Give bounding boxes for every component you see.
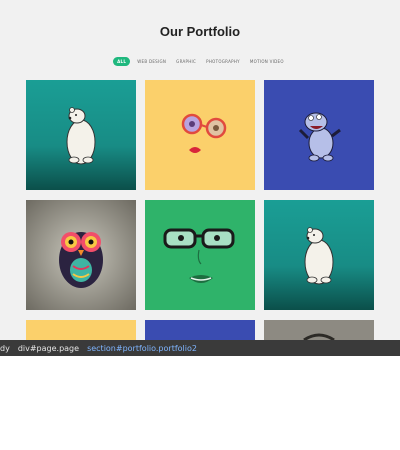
portfolio-item-green-face[interactable] (145, 200, 255, 310)
face-glasses-illustration (145, 80, 255, 190)
portfolio-item-gray-partial[interactable] (264, 320, 374, 340)
portfolio-item-blue-hippo[interactable] (264, 80, 374, 190)
breadcrumb-portfolio-section[interactable]: section#portfolio.portfolio2 (87, 344, 197, 353)
polar-bear-illustration (26, 80, 136, 190)
filter-bar: ALL WEB DESIGN GRAPHIC PHOTOGRAPHY MOTIO… (0, 57, 400, 66)
hippo-illustration (264, 80, 374, 190)
portfolio-item-owl[interactable] (26, 200, 136, 310)
filter-motion-video[interactable]: MOTION VIDEO (247, 57, 287, 66)
breadcrumb-page-div[interactable]: div#page.page (18, 344, 79, 353)
portfolio-item-polar-bear-2[interactable] (264, 200, 374, 310)
blue-tile-illustration (145, 320, 255, 340)
gray-tile-illustration (264, 320, 374, 340)
breadcrumb-body[interactable]: dy (0, 344, 10, 353)
portfolio-item-polar-bear[interactable] (26, 80, 136, 190)
filter-web-design[interactable]: WEB DESIGN (134, 57, 169, 66)
yellow-tile-illustration (26, 320, 136, 340)
portfolio-item-blue-partial[interactable] (145, 320, 255, 340)
filter-photography[interactable]: PHOTOGRAPHY (203, 57, 243, 66)
owl-illustration (26, 200, 136, 310)
portfolio-item-face-glasses[interactable] (145, 80, 255, 190)
green-face-illustration (145, 200, 255, 310)
portfolio-item-yellow-partial[interactable] (26, 320, 136, 340)
page-title: Our Portfolio (159, 24, 241, 39)
polar-bear-illustration-2 (264, 200, 374, 310)
portfolio-page: Our Portfolio ALL WEB DESIGN GRAPHIC PHO… (0, 0, 400, 340)
devtools-breadcrumb-bar: dy div#page.page section#portfolio.portf… (0, 340, 400, 356)
filter-all[interactable]: ALL (113, 57, 131, 66)
filter-graphic[interactable]: GRAPHIC (173, 57, 199, 66)
